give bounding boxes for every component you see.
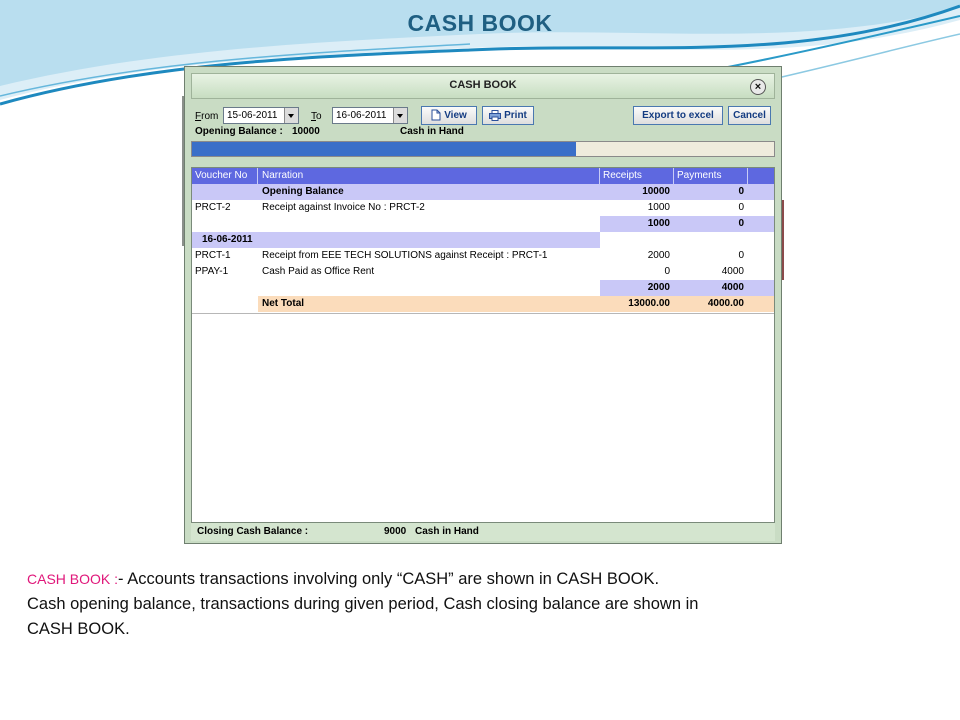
receipts-cell: 13000.00 [600, 296, 674, 312]
column-header-narration[interactable]: Narration [258, 168, 600, 184]
voucher-cell [192, 216, 258, 232]
slide-description: CASH BOOK :- Accounts transactions invol… [27, 567, 927, 642]
table-row[interactable]: Net Total 13000.00 4000.00 [192, 296, 774, 312]
grid-separator [192, 313, 774, 314]
opening-balance-unit: Cash in Hand [400, 126, 464, 137]
closing-balance-label: Closing Cash Balance : [197, 526, 309, 537]
table-row[interactable]: 2000 4000 [192, 280, 774, 296]
receipts-cell: 10000 [600, 184, 674, 200]
payments-cell: 4000 [721, 266, 744, 277]
receipts-cell: 2000 [647, 250, 670, 261]
voucher-cell: PRCT-1 [195, 250, 231, 261]
narration-cell: Cash Paid as Office Rent [262, 266, 375, 277]
receipts-cell: 2000 [600, 280, 674, 296]
slide-title: CASH BOOK [407, 10, 553, 36]
description-line-2: Cash opening balance, transactions durin… [27, 595, 699, 613]
narration-cell [258, 280, 600, 296]
spacer-cell [748, 232, 774, 248]
cash-book-window: CASH BOOK × From 15-06-2011 To 16-06-201… [184, 66, 782, 544]
opening-balance-label: Opening Balance : [195, 126, 283, 137]
cancel-button[interactable]: Cancel [728, 106, 771, 125]
spacer-cell [748, 280, 774, 296]
closing-balance-value: 9000 [384, 526, 407, 537]
from-date-value: 15-06-2011 [227, 110, 278, 121]
column-header-receipts[interactable]: Receipts [600, 168, 674, 184]
narration-cell: Opening Balance [258, 184, 600, 200]
column-header-voucher[interactable]: Voucher No [192, 168, 258, 184]
chevron-down-icon[interactable] [284, 108, 298, 123]
table-row[interactable]: Opening Balance 10000 0 [192, 184, 774, 200]
description-line-1: - Accounts transactions involving only “… [118, 570, 660, 588]
spacer-cell [748, 200, 774, 216]
payments-cell: 4000 [674, 280, 748, 296]
closing-balance-bar: Closing Cash Balance : 9000 Cash in Hand [191, 523, 775, 541]
voucher-cell [192, 280, 258, 296]
narration-cell [258, 232, 600, 248]
receipts-cell [600, 232, 674, 248]
print-button[interactable]: Print [482, 106, 534, 125]
view-button[interactable]: View [421, 106, 477, 125]
close-icon[interactable]: × [750, 79, 766, 95]
closing-balance-unit: Cash in Hand [415, 526, 479, 537]
printer-icon [489, 109, 502, 121]
from-label: From [195, 111, 219, 122]
description-line-3: CASH BOOK. [27, 620, 130, 638]
payments-cell: 0 [738, 202, 744, 213]
narration-cell: Receipt from EEE TECH SOLUTIONS against … [262, 250, 548, 261]
export-to-excel-button[interactable]: Export to excel [633, 106, 723, 125]
table-row[interactable]: 1000 0 [192, 216, 774, 232]
spacer-cell [748, 248, 774, 264]
column-header-spacer [748, 168, 774, 184]
receipts-cell: 1000 [647, 202, 670, 213]
receipts-cell: 1000 [600, 216, 674, 232]
payments-cell: 0 [738, 250, 744, 261]
payments-cell: 0 [674, 216, 748, 232]
cash-book-grid: Voucher No Narration Receipts Payments O… [191, 167, 775, 523]
narration-cell: Net Total [258, 296, 600, 312]
from-date-combo[interactable]: 15-06-2011 [223, 107, 299, 124]
progress-fill [192, 142, 577, 156]
progress-bar [191, 141, 775, 157]
narration-cell: Receipt against Invoice No : PRCT-2 [262, 202, 425, 213]
chevron-down-icon[interactable] [393, 108, 407, 123]
to-date-combo[interactable]: 16-06-2011 [332, 107, 408, 124]
voucher-cell: PRCT-2 [195, 202, 231, 213]
to-label: To [311, 111, 322, 122]
opening-balance-value: 10000 [292, 126, 320, 137]
voucher-cell: PPAY-1 [195, 266, 229, 277]
column-header-payments[interactable]: Payments [674, 168, 748, 184]
payments-cell [674, 232, 748, 248]
table-row[interactable]: 16-06-2011 [192, 232, 774, 248]
grid-header-row: Voucher No Narration Receipts Payments [192, 168, 774, 184]
window-title-bar: CASH BOOK × [191, 73, 775, 99]
voucher-cell [192, 296, 258, 312]
payments-cell: 0 [674, 184, 748, 200]
to-date-value: 16-06-2011 [336, 110, 387, 121]
spacer-cell [748, 296, 774, 312]
spacer-cell [748, 184, 774, 200]
voucher-cell [192, 184, 258, 200]
table-row[interactable]: PRCT-2 Receipt against Invoice No : PRCT-… [192, 200, 774, 216]
narration-cell [258, 216, 600, 232]
receipts-cell: 0 [664, 266, 670, 277]
description-label: CASH BOOK : [27, 571, 119, 587]
table-row[interactable]: PPAY-1 Cash Paid as Office Rent 0 4000 [192, 264, 774, 280]
window-title: CASH BOOK [449, 79, 517, 91]
spacer-cell [748, 216, 774, 232]
document-icon [431, 109, 441, 121]
spacer-cell [748, 264, 774, 280]
table-row[interactable]: PRCT-1 Receipt from EEE TECH SOLUTIONS ag… [192, 248, 774, 264]
payments-cell: 4000.00 [674, 296, 748, 312]
